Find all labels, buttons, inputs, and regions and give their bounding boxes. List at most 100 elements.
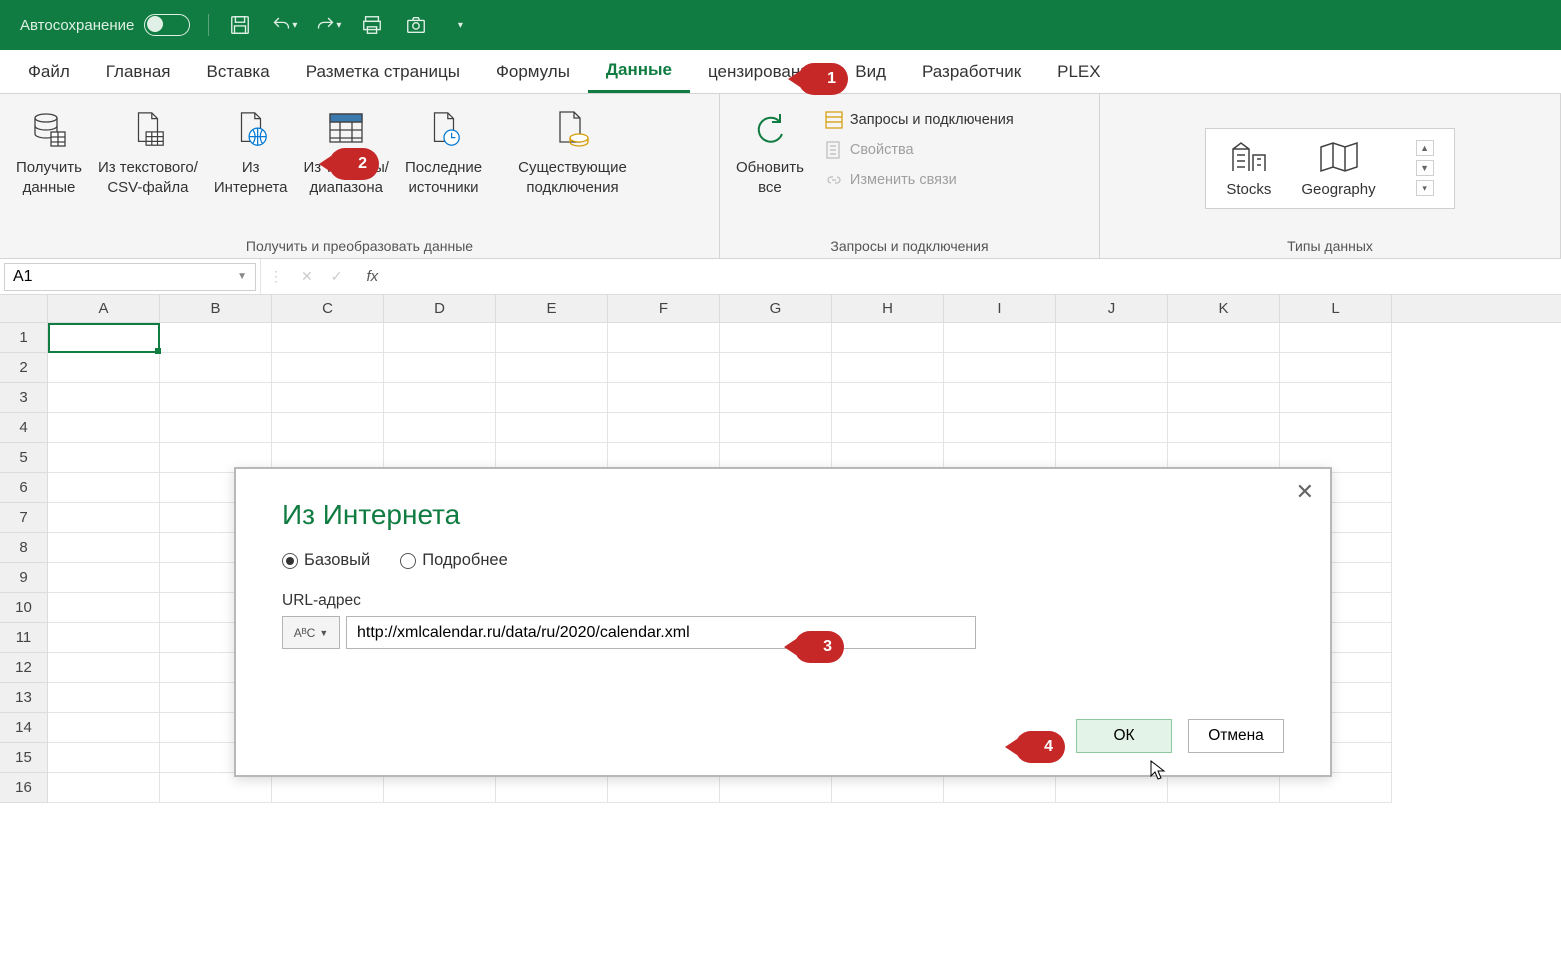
cell[interactable] — [944, 413, 1056, 443]
cell[interactable] — [1168, 323, 1280, 353]
cell[interactable] — [48, 533, 160, 563]
cell[interactable] — [272, 383, 384, 413]
cell[interactable] — [496, 383, 608, 413]
cell[interactable] — [48, 773, 160, 803]
cell[interactable] — [384, 773, 496, 803]
cell[interactable] — [48, 323, 160, 353]
autosave-toggle[interactable]: Автосохранение — [20, 14, 190, 36]
tab-formulas[interactable]: Формулы — [478, 52, 588, 92]
cell[interactable] — [832, 383, 944, 413]
formula-input[interactable] — [392, 259, 1561, 294]
cell[interactable] — [1280, 383, 1392, 413]
row-header[interactable]: 16 — [0, 773, 48, 803]
column-header[interactable]: J — [1056, 295, 1168, 322]
cell[interactable] — [48, 623, 160, 653]
row-header[interactable]: 15 — [0, 743, 48, 773]
row-header[interactable]: 1 — [0, 323, 48, 353]
refresh-all-button[interactable]: Обновить все — [730, 102, 810, 201]
tab-home[interactable]: Главная — [88, 52, 189, 92]
tab-pagelayout[interactable]: Разметка страницы — [288, 52, 478, 92]
cell[interactable] — [944, 383, 1056, 413]
cell[interactable] — [48, 443, 160, 473]
stocks-type[interactable]: Stocks — [1226, 139, 1271, 198]
column-header[interactable]: I — [944, 295, 1056, 322]
queries-connections-button[interactable]: Запросы и подключения — [818, 106, 1020, 134]
row-header[interactable]: 13 — [0, 683, 48, 713]
cell[interactable] — [720, 383, 832, 413]
cell[interactable] — [1056, 413, 1168, 443]
radio-advanced[interactable]: Подробнее — [400, 551, 508, 570]
cell[interactable] — [1056, 353, 1168, 383]
row-header[interactable]: 12 — [0, 653, 48, 683]
cell[interactable] — [832, 413, 944, 443]
cell[interactable] — [272, 353, 384, 383]
cell[interactable] — [720, 323, 832, 353]
cell[interactable] — [1168, 413, 1280, 443]
cell[interactable] — [832, 773, 944, 803]
cell[interactable] — [272, 323, 384, 353]
radio-basic[interactable]: Базовый — [282, 551, 370, 570]
cell[interactable] — [1280, 773, 1392, 803]
camera-icon[interactable] — [403, 12, 429, 38]
gallery-up-icon[interactable]: ▲ — [1416, 140, 1434, 156]
url-input[interactable] — [346, 616, 976, 649]
data-types-gallery[interactable]: Stocks Geography ▲ ▼ ▾ — [1205, 128, 1454, 209]
abc-datatype-button[interactable]: AᴮC ▼ — [282, 616, 340, 649]
tab-data[interactable]: Данные — [588, 50, 690, 93]
name-box[interactable]: A1 ▼ — [4, 263, 256, 291]
cell[interactable] — [160, 353, 272, 383]
geography-type[interactable]: Geography — [1301, 139, 1375, 198]
row-header[interactable]: 7 — [0, 503, 48, 533]
cell[interactable] — [496, 323, 608, 353]
cell[interactable] — [1056, 323, 1168, 353]
column-header[interactable]: A — [48, 295, 160, 322]
fx-icon[interactable]: fx — [360, 268, 384, 285]
existing-connections-button[interactable]: Существующие подключения — [512, 102, 633, 201]
cell[interactable] — [496, 773, 608, 803]
select-all-corner[interactable] — [0, 295, 48, 322]
cell[interactable] — [720, 773, 832, 803]
cell[interactable] — [384, 413, 496, 443]
cell[interactable] — [608, 773, 720, 803]
column-header[interactable]: F — [608, 295, 720, 322]
cell[interactable] — [1168, 773, 1280, 803]
cell[interactable] — [496, 353, 608, 383]
cell[interactable] — [944, 353, 1056, 383]
tab-view[interactable]: Вид — [837, 52, 904, 92]
cancel-button[interactable]: Отмена — [1188, 719, 1284, 753]
cell[interactable] — [720, 353, 832, 383]
gallery-down-icon[interactable]: ▼ — [1416, 160, 1434, 176]
cell[interactable] — [48, 563, 160, 593]
cell[interactable] — [48, 413, 160, 443]
column-header[interactable]: L — [1280, 295, 1392, 322]
row-header[interactable]: 3 — [0, 383, 48, 413]
cell[interactable] — [48, 593, 160, 623]
cell[interactable] — [272, 413, 384, 443]
cell[interactable] — [384, 383, 496, 413]
name-box-dropdown-icon[interactable]: ▼ — [237, 271, 247, 282]
row-header[interactable]: 6 — [0, 473, 48, 503]
from-web-button[interactable]: Из Интернета — [208, 102, 294, 201]
cell[interactable] — [1280, 413, 1392, 443]
recent-sources-button[interactable]: Последние источники — [399, 102, 488, 201]
tab-insert[interactable]: Вставка — [189, 52, 288, 92]
cell[interactable] — [832, 353, 944, 383]
cell[interactable] — [944, 323, 1056, 353]
cell[interactable] — [48, 383, 160, 413]
cell[interactable] — [608, 353, 720, 383]
column-header[interactable]: D — [384, 295, 496, 322]
row-header[interactable]: 5 — [0, 443, 48, 473]
redo-icon[interactable]: ▾ — [315, 12, 341, 38]
cell[interactable] — [832, 323, 944, 353]
cell[interactable] — [160, 773, 272, 803]
cell[interactable] — [720, 413, 832, 443]
column-header[interactable]: G — [720, 295, 832, 322]
row-header[interactable]: 9 — [0, 563, 48, 593]
cell[interactable] — [160, 323, 272, 353]
cell[interactable] — [1280, 353, 1392, 383]
row-header[interactable]: 10 — [0, 593, 48, 623]
toggle-switch[interactable] — [144, 14, 190, 36]
row-header[interactable]: 2 — [0, 353, 48, 383]
cell[interactable] — [160, 383, 272, 413]
cell[interactable] — [272, 773, 384, 803]
